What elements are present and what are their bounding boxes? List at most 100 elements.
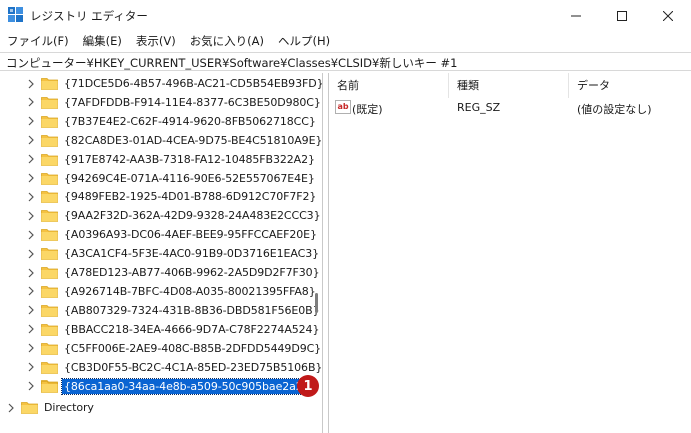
folder-icon bbox=[41, 323, 58, 336]
tree-node-label[interactable]: {7B37E4E2-C62F-4914-9620-8FB5062718CC} bbox=[62, 114, 318, 129]
folder-icon bbox=[41, 361, 58, 374]
title-bar: レジストリ エディター bbox=[0, 0, 691, 31]
close-icon bbox=[663, 10, 673, 21]
tree-node[interactable]: {7B37E4E2-C62F-4914-9620-8FB5062718CC} bbox=[27, 111, 318, 132]
tree-node[interactable]: {94269C4E-071A-4116-90E6-52E557067E4E} bbox=[27, 168, 317, 189]
minimize-button[interactable] bbox=[553, 0, 599, 31]
folder-icon bbox=[41, 96, 58, 109]
directory-key-label[interactable]: Directory bbox=[42, 400, 96, 415]
tree-node[interactable]: {A78ED123-AB77-406B-9962-2A5D9D2F7F30} bbox=[27, 262, 322, 283]
chevron-right-icon[interactable] bbox=[27, 305, 35, 315]
chevron-right-icon[interactable] bbox=[7, 403, 15, 413]
value-type: REG_SZ bbox=[457, 101, 501, 114]
tree-node-label[interactable]: {A926714B-7BFC-4D08-A035-80021395FFA8} bbox=[62, 284, 318, 299]
menu-file[interactable]: ファイル(F) bbox=[0, 31, 76, 51]
column-header-type[interactable]: 種類 bbox=[449, 73, 569, 98]
chevron-right-icon[interactable] bbox=[27, 173, 35, 183]
folder-icon bbox=[41, 304, 58, 317]
chevron-right-icon[interactable] bbox=[27, 286, 35, 296]
chevron-right-icon[interactable] bbox=[27, 135, 35, 145]
chevron-right-icon[interactable] bbox=[27, 249, 35, 259]
registry-editor-icon bbox=[8, 7, 23, 22]
tree-node-label[interactable]: {94269C4E-071A-4116-90E6-52E557067E4E} bbox=[62, 171, 317, 186]
tree-node-label[interactable]: {7AFDFDDB-F914-11E4-8377-6C3BE50D980C} bbox=[62, 95, 322, 110]
tree-node[interactable]: {9AA2F32D-362A-42D9-9328-24A483E2CCC3} bbox=[27, 205, 322, 226]
tree-node[interactable]: {A3CA1CF4-5F3E-4AC0-91B9-0D3716E1EAC3} bbox=[27, 243, 321, 264]
tree-node-label[interactable]: {A78ED123-AB77-406B-9962-2A5D9D2F7F30} bbox=[62, 265, 322, 280]
folder-icon bbox=[41, 115, 58, 128]
folder-icon bbox=[41, 191, 58, 204]
folder-icon bbox=[41, 172, 58, 185]
chevron-right-icon[interactable] bbox=[27, 343, 35, 353]
menu-view[interactable]: 表示(V) bbox=[129, 31, 183, 51]
folder-icon bbox=[21, 402, 38, 414]
tree-node[interactable]: {71DCE5D6-4B57-496B-AC21-CD5B54EB93FD} bbox=[27, 73, 322, 94]
tree-node[interactable]: {A926714B-7BFC-4D08-A035-80021395FFA8} bbox=[27, 281, 318, 302]
chevron-right-icon[interactable] bbox=[27, 79, 35, 89]
menu-favorites[interactable]: お気に入り(A) bbox=[183, 31, 271, 51]
column-header-name[interactable]: 名前 bbox=[329, 73, 449, 98]
tree-node-selected[interactable]: {86ca1aa0-34aa-4e8b-a509-50c905bae2a2} bbox=[27, 376, 313, 397]
tree-node-label[interactable]: {82CA8DE3-01AD-4CEA-9D75-BE4C51810A9E} bbox=[62, 133, 322, 148]
folder-icon bbox=[41, 134, 58, 147]
folder-icon bbox=[41, 285, 58, 298]
tree-node-label[interactable]: {917E8742-AA3B-7318-FA12-10485FB322A2} bbox=[62, 152, 317, 167]
tree-node[interactable]: {A0396A93-DC06-4AEF-BEE9-95FFCCAEF20E} bbox=[27, 224, 319, 245]
tree-node[interactable]: {BBACC218-34EA-4666-9D7A-C78F2274A524} bbox=[27, 319, 321, 340]
tree-node[interactable]: {AB807329-7324-431B-8B36-DBD581F56E0B} bbox=[27, 300, 322, 321]
close-button[interactable] bbox=[645, 0, 691, 31]
menu-edit[interactable]: 編集(E) bbox=[76, 31, 129, 51]
folder-icon bbox=[41, 78, 58, 90]
folder-icon bbox=[41, 229, 58, 242]
tree-node-label[interactable]: {CB3D0F55-BC2C-4C1A-85ED-23ED75B5106B} bbox=[62, 360, 322, 375]
tree-node-label[interactable]: {9AA2F32D-362A-42D9-9328-24A483E2CCC3} bbox=[62, 208, 322, 223]
chevron-right-icon[interactable] bbox=[27, 211, 35, 221]
menu-help[interactable]: ヘルプ(H) bbox=[271, 31, 337, 51]
folder-icon bbox=[41, 248, 58, 260]
chevron-right-icon[interactable] bbox=[27, 154, 35, 164]
maximize-button[interactable] bbox=[599, 0, 645, 31]
tree-scroll-thumb[interactable] bbox=[315, 293, 318, 313]
menu-bar: ファイル(F) 編集(E) 表示(V) お気に入り(A) ヘルプ(H) bbox=[0, 31, 691, 51]
column-header-data[interactable]: データ bbox=[569, 73, 691, 98]
tree-node-label[interactable]: {BBACC218-34EA-4666-9D7A-C78F2274A524} bbox=[62, 322, 321, 337]
tree-node-label[interactable]: {C5FF006E-2AE9-408C-B85B-2DFDD5449D9C} bbox=[62, 341, 322, 356]
tree-node[interactable]: {9489FEB2-1925-4D01-B788-6D912C70F7F2} bbox=[27, 186, 318, 207]
folder-icon bbox=[41, 267, 58, 279]
address-path[interactable]: コンピューター¥HKEY_CURRENT_USER¥Software¥Class… bbox=[6, 55, 457, 71]
selected-key-label[interactable]: {86ca1aa0-34aa-4e8b-a509-50c905bae2a2} bbox=[61, 378, 313, 395]
value-data: (値の設定なし) bbox=[577, 103, 652, 116]
chevron-right-icon[interactable] bbox=[27, 230, 35, 240]
tree-node-directory[interactable]: Directory bbox=[7, 397, 96, 418]
maximize-icon bbox=[617, 10, 627, 21]
address-bar[interactable]: コンピューター¥HKEY_CURRENT_USER¥Software¥Class… bbox=[0, 52, 691, 71]
value-row[interactable]: ab (既定) REG_SZ (値の設定なし) bbox=[329, 98, 691, 118]
tree-node-label[interactable]: {AB807329-7324-431B-8B36-DBD581F56E0B} bbox=[62, 303, 322, 318]
chevron-right-icon[interactable] bbox=[27, 97, 35, 107]
value-name: (既定) bbox=[352, 103, 383, 116]
chevron-right-icon[interactable] bbox=[27, 192, 35, 202]
tree-node-label[interactable]: {A3CA1CF4-5F3E-4AC0-91B9-0D3716E1EAC3} bbox=[62, 246, 321, 261]
chevron-right-icon[interactable] bbox=[27, 116, 35, 126]
folder-open-icon bbox=[41, 381, 58, 393]
chevron-right-icon[interactable] bbox=[27, 362, 35, 372]
tree-node[interactable]: {917E8742-AA3B-7318-FA12-10485FB322A2} bbox=[27, 149, 317, 170]
tree-node[interactable]: {7AFDFDDB-F914-11E4-8377-6C3BE50D980C} bbox=[27, 92, 322, 113]
tree-node-label[interactable]: {71DCE5D6-4B57-496B-AC21-CD5B54EB93FD} bbox=[62, 76, 322, 91]
chevron-right-icon[interactable] bbox=[27, 324, 35, 334]
tree-node-label[interactable]: {9489FEB2-1925-4D01-B788-6D912C70F7F2} bbox=[62, 189, 318, 204]
chevron-right-icon[interactable] bbox=[27, 268, 35, 278]
tree-node[interactable]: {82CA8DE3-01AD-4CEA-9D75-BE4C51810A9E} bbox=[27, 130, 322, 151]
tree-node[interactable]: {CB3D0F55-BC2C-4C1A-85ED-23ED75B5106B} bbox=[27, 357, 322, 378]
folder-icon bbox=[41, 153, 58, 166]
tree-node[interactable]: {C5FF006E-2AE9-408C-B85B-2DFDD5449D9C} bbox=[27, 338, 322, 359]
window-title: レジストリ エディター bbox=[30, 9, 148, 23]
folder-icon bbox=[41, 342, 58, 355]
minimize-icon bbox=[571, 15, 581, 16]
string-value-icon: ab bbox=[335, 100, 351, 114]
value-list-pane[interactable]: 名前 種類 データ ab (既定) REG_SZ (値の設定なし) bbox=[328, 73, 691, 433]
folder-icon bbox=[41, 210, 58, 223]
tree-node-label[interactable]: {A0396A93-DC06-4AEF-BEE9-95FFCCAEF20E} bbox=[62, 227, 319, 242]
key-tree-pane[interactable]: {71DCE5D6-4B57-496B-AC21-CD5B54EB93FD} {7… bbox=[0, 73, 323, 433]
